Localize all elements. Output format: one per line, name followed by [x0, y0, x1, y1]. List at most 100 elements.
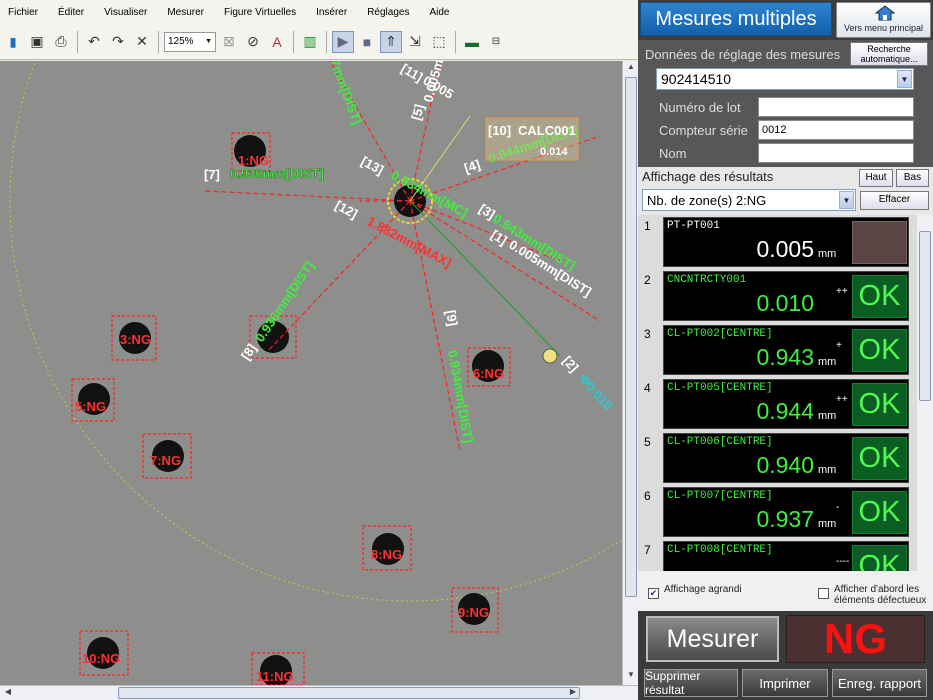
measure-button[interactable]: Mesurer	[646, 616, 779, 662]
measure-label-7: 0.930mm[DIST]	[230, 166, 324, 181]
row-number: 5	[644, 435, 651, 449]
pattern-icon[interactable]: ⊠	[218, 31, 240, 53]
menu-bar: Fichier Éditer Visualiser Mesurer Figure…	[0, 0, 638, 24]
result-row-1[interactable]: 1 PT-PT001 0.005 mm	[638, 215, 917, 269]
row-name: PT-PT001	[667, 220, 720, 232]
scroll-right-icon[interactable]: ▶	[566, 687, 580, 699]
up-arrow-icon[interactable]: ⇑	[380, 30, 402, 53]
zoom-select[interactable]: 125% ▼	[164, 31, 216, 52]
row-judgement	[852, 221, 907, 264]
undo-icon[interactable]: ↶	[83, 31, 105, 53]
result-card: CL-PT002[CENTRE] + 0.943 mm OK	[663, 325, 909, 375]
menu-mesurer[interactable]: Mesurer	[159, 7, 212, 18]
result-row-3[interactable]: 3 CL-PT002[CENTRE] + 0.943 mm OK	[638, 323, 917, 377]
canvas-horizontal-scrollbar[interactable]: ◀ ▶	[0, 685, 638, 700]
result-card: CL-PT008[CENTRE] ---- OK	[663, 541, 909, 571]
lot-field[interactable]	[758, 97, 914, 117]
scroll-thumb[interactable]	[625, 77, 637, 597]
print-icon[interactable]: ⎙	[50, 31, 72, 53]
menu-reglages[interactable]: Réglages	[359, 7, 417, 18]
measure-label-9: 0.934mm[DIST]	[445, 349, 476, 444]
measure-value-10: 0.014	[540, 146, 568, 158]
play-icon[interactable]: ▶	[332, 30, 354, 53]
result-card: CNCNTRCTY001 ++ 0.010 OK	[663, 271, 909, 321]
row-value: 0.010	[756, 290, 814, 316]
menu-editer[interactable]: Éditer	[50, 7, 92, 18]
counter-field[interactable]: 0012	[758, 120, 914, 140]
result-row-7[interactable]: 7 CL-PT008[CENTRE] ---- OK	[638, 539, 917, 571]
row-unit: mm	[818, 356, 837, 368]
result-row-6[interactable]: 6 CL-PT007[CENTRE] - 0.937 mm OK	[638, 485, 917, 539]
draw-icon[interactable]: ⊘	[242, 31, 264, 53]
canvas-vertical-scrollbar[interactable]: ▲ ▼	[622, 61, 638, 685]
defects-first-checkbox[interactable]	[818, 588, 829, 599]
results-list: 1 PT-PT001 0.005 mm 2 CNCNTRCTY001 ++ 0.…	[638, 215, 917, 571]
auto-search-button[interactable]: Recherche automatique...	[850, 42, 928, 66]
row-name: CL-PT006[CENTRE]	[667, 436, 773, 448]
results-header: Affichage des résultats Haut Bas Nb. de …	[638, 167, 933, 215]
save-report-button[interactable]: Enreg. rapport	[832, 669, 927, 697]
result-row-5[interactable]: 5 CL-PT006[CENTRE] 0.940 mm OK	[638, 431, 917, 485]
row-name: CL-PT002[CENTRE]	[667, 328, 773, 340]
menu-figure-virtuelles[interactable]: Figure Virtuelles	[216, 7, 304, 18]
lot-label: Numéro de lot	[659, 100, 741, 115]
settings-section: Données de réglage des mesures Recherche…	[638, 40, 933, 167]
measure-area: Mesurer NG	[638, 611, 933, 666]
delete-result-button[interactable]: Supprimer résultat	[644, 669, 738, 697]
row-judgement: OK	[852, 491, 907, 534]
scroll-thumb[interactable]	[919, 231, 931, 401]
clear-button[interactable]: Effacer	[860, 191, 929, 210]
result-card: CL-PT007[CENTRE] - 0.937 mm OK	[663, 487, 909, 537]
program-select[interactable]: 902414510 ▼	[656, 68, 914, 90]
main-menu-button[interactable]: Vers menu principal	[836, 2, 931, 38]
result-row-2[interactable]: 2 CNCNTRCTY001 ++ 0.010 OK	[638, 269, 917, 323]
scroll-left-icon[interactable]: ◀	[1, 687, 15, 699]
zone-select-value: Nb. de zone(s) 2:NG	[647, 192, 767, 208]
chevron-down-icon: ▼	[839, 191, 854, 209]
row-name: CL-PT008[CENTRE]	[667, 544, 773, 556]
measure-label-12: 1.882mm[MAX]	[365, 213, 454, 270]
scroll-up-icon[interactable]: ▲	[625, 62, 637, 76]
program-value: 902414510	[661, 71, 732, 87]
enlarged-checkbox[interactable]: ✔	[648, 588, 659, 599]
results-scrollbar[interactable]	[917, 215, 933, 571]
color-icon[interactable]: ▬	[461, 31, 483, 53]
delete-icon[interactable]: ✕	[131, 31, 153, 53]
row-value: 0.937	[756, 506, 814, 532]
results-label: Affichage des résultats	[642, 169, 774, 184]
main-menu-label: Vers menu principal	[843, 23, 924, 33]
action-bar: Supprimer résultat Imprimer Enreg. rappo…	[638, 666, 933, 700]
defects-first-label: Afficher d'abord les éléments défectueux	[834, 584, 927, 606]
zone-select[interactable]: Nb. de zone(s) 2:NG ▼	[642, 189, 856, 211]
zone-label-11: 11:NG	[256, 669, 294, 684]
im-logo-icon[interactable]: ▮	[2, 31, 24, 53]
scroll-down-icon[interactable]: ▼	[625, 670, 637, 684]
save-icon[interactable]: ▣	[26, 31, 48, 53]
fit-icon[interactable]: ⇲	[404, 31, 426, 53]
row-judgement: OK	[852, 545, 907, 571]
redo-icon[interactable]: ↷	[107, 31, 129, 53]
camera-icon[interactable]: ▥	[299, 31, 321, 53]
image-canvas[interactable]: 1:NG 3:NG 5:NG 6:NG 7:NG 8:NG 9:NG 10:NG…	[0, 61, 622, 685]
menu-aide[interactable]: Aide	[421, 7, 457, 18]
stop-icon[interactable]: ■	[356, 31, 378, 53]
scale-icon[interactable]: ⊟	[485, 31, 507, 53]
menu-inserer[interactable]: Insérer	[308, 7, 355, 18]
zone-boxes	[71, 132, 511, 685]
down-button[interactable]: Bas	[896, 169, 929, 187]
measure-id-13: [13]	[359, 153, 386, 177]
scroll-thumb[interactable]	[118, 687, 580, 699]
print-button[interactable]: Imprimer	[742, 669, 828, 697]
text-icon[interactable]: A	[266, 31, 288, 53]
measure-id-12: [12]	[333, 197, 360, 221]
menu-fichier[interactable]: Fichier	[0, 7, 46, 18]
select-icon[interactable]: ⬚	[428, 31, 450, 53]
result-row-4[interactable]: 4 CL-PT005[CENTRE] ++ 0.944 mm OK	[638, 377, 917, 431]
home-icon	[875, 5, 895, 21]
up-button[interactable]: Haut	[859, 169, 893, 187]
row-unit: mm	[818, 464, 837, 476]
menu-visualiser[interactable]: Visualiser	[96, 7, 155, 18]
measure-label-10: CALC001	[518, 123, 576, 138]
name-field[interactable]	[758, 143, 914, 163]
row-tolerance: ++	[836, 394, 848, 405]
